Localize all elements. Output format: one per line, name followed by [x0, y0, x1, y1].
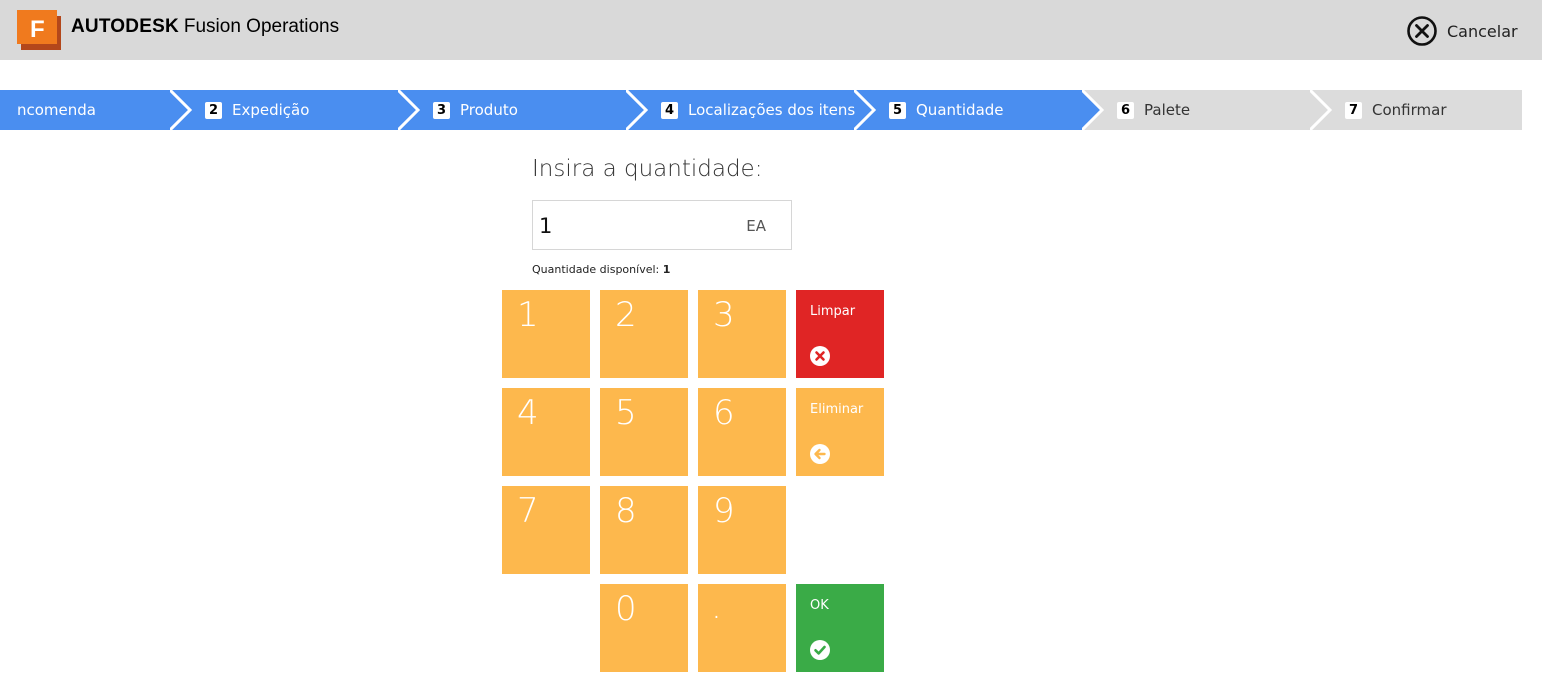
- available-label: Quantidade disponível:: [532, 263, 660, 276]
- key-digit: 2: [615, 295, 637, 335]
- step-progress-bar: ncomenda 2 Expedição 3 Produto 4 Localiz…: [0, 90, 1542, 130]
- key-5[interactable]: 5: [600, 388, 688, 476]
- app-title: AUTODESK Fusion Operations: [71, 16, 339, 40]
- step-number: 5: [889, 101, 906, 119]
- step-label: Quantidade: [916, 101, 1004, 119]
- cancel-button[interactable]: Cancelar: [1406, 15, 1518, 47]
- step-palete[interactable]: 6 Palete: [1082, 90, 1332, 130]
- key-digit: 1: [517, 295, 539, 335]
- step-localizacoes[interactable]: 4 Localizações dos itens: [626, 90, 876, 130]
- step-expedicao[interactable]: 2 Expedição: [170, 90, 420, 130]
- step-quantidade[interactable]: 5 Quantidade: [854, 90, 1104, 130]
- cancel-label: Cancelar: [1447, 21, 1518, 41]
- quantity-input[interactable]: [539, 211, 729, 241]
- available-value: 1: [662, 263, 671, 276]
- key-8[interactable]: 8: [600, 486, 688, 574]
- quantity-prompt: Insira a quantidade:: [532, 156, 763, 182]
- step-label: Expedição: [232, 101, 310, 119]
- key-digit: 4: [517, 393, 539, 433]
- step-number: 2: [205, 101, 222, 119]
- circle-x-icon: [1407, 16, 1437, 46]
- step-label: Produto: [460, 101, 518, 119]
- step-confirmar[interactable]: 7 Confirmar: [1310, 90, 1522, 130]
- key-2[interactable]: 2: [600, 290, 688, 378]
- step-produto[interactable]: 3 Produto: [398, 90, 648, 130]
- step-number: 7: [1345, 101, 1362, 119]
- step-number: 4: [661, 101, 678, 119]
- key-digit: 0: [615, 589, 637, 629]
- product-name: Fusion Operations: [183, 16, 340, 37]
- step-label: Palete: [1144, 101, 1191, 119]
- step-label: Localizações dos itens: [688, 101, 856, 119]
- key-7[interactable]: 7: [502, 486, 590, 574]
- key-9[interactable]: 9: [698, 486, 786, 574]
- key-3[interactable]: 3: [698, 290, 786, 378]
- step-label: Confirmar: [1372, 101, 1447, 119]
- step-label: ncomenda: [17, 101, 96, 119]
- delete-label: Eliminar: [810, 402, 864, 417]
- key-4[interactable]: 4: [502, 388, 590, 476]
- key-digit: 8: [615, 491, 637, 531]
- ok-button[interactable]: OK: [796, 584, 884, 672]
- key-0[interactable]: 0: [600, 584, 688, 672]
- key-6[interactable]: 6: [698, 388, 786, 476]
- circle-x-icon: [810, 346, 830, 366]
- circle-check-icon: [810, 640, 830, 660]
- key-digit: 7: [517, 491, 539, 531]
- step-number: 3: [433, 101, 450, 119]
- key-1[interactable]: 1: [502, 290, 590, 378]
- ok-label: OK: [810, 598, 829, 613]
- svg-text:F: F: [30, 16, 45, 43]
- circle-arrow-left-icon: [810, 444, 830, 464]
- key-digit: 3: [713, 295, 735, 335]
- clear-button[interactable]: Limpar: [796, 290, 884, 378]
- app-header: F AUTODESK Fusion Operations Cancelar: [0, 0, 1542, 60]
- unit-label: EA: [746, 217, 766, 235]
- key-digit: 5: [615, 393, 637, 433]
- clear-label: Limpar: [810, 304, 856, 319]
- available-quantity: Quantidade disponível: 1: [532, 263, 670, 276]
- step-encomenda[interactable]: ncomenda: [0, 90, 192, 130]
- quantity-field[interactable]: EA: [532, 200, 792, 250]
- brand-name: AUTODESK: [71, 16, 179, 37]
- step-number: 6: [1117, 101, 1134, 119]
- key-digit: 9: [713, 491, 735, 531]
- key-decimal[interactable]: .: [698, 584, 786, 672]
- fusion-logo-icon: F: [17, 10, 61, 50]
- key-digit: .: [711, 587, 722, 627]
- key-digit: 6: [713, 393, 735, 433]
- delete-button[interactable]: Eliminar: [796, 388, 884, 476]
